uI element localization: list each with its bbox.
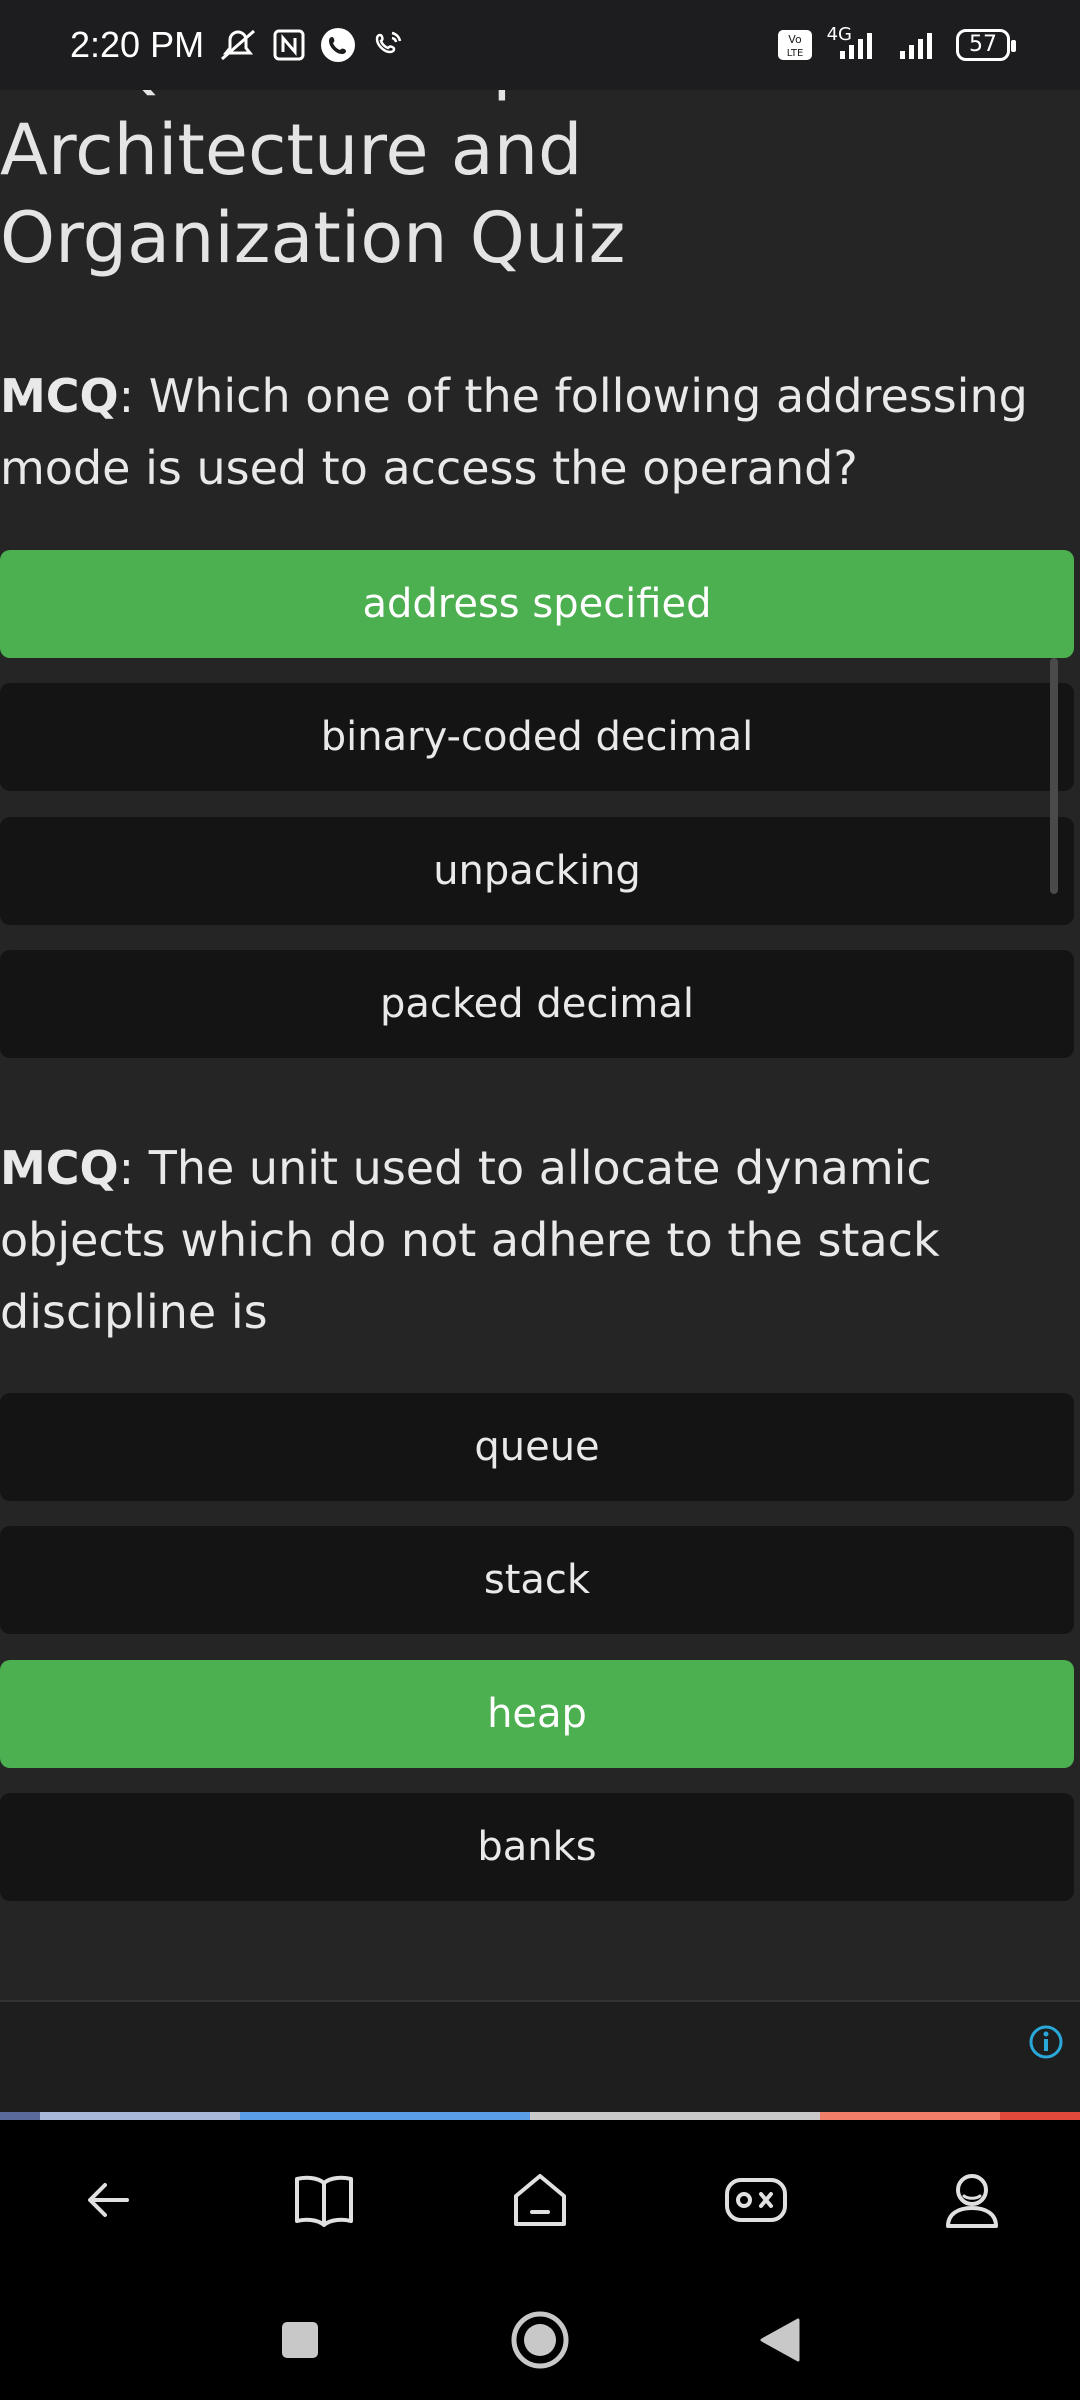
option-label: stack [483,1557,591,1603]
question-text: : The unit used to allocate dynamic obje… [0,1141,940,1339]
bottom-navigation [0,2120,1080,2280]
home-circle-icon[interactable] [500,2300,580,2380]
quiz-content[interactable]: MCQs on Computer Architecture and Organi… [0,60,1080,2000]
option-label: banks [477,1824,597,1870]
option-label: unpacking [433,848,641,894]
question-2: MCQ: The unit used to allocate dynamic o… [0,1132,1030,1348]
ad-banner[interactable] [0,2000,1080,2117]
option-label: packed decimal [379,981,695,1027]
option-q1-b[interactable]: binary-coded decimal [0,683,1074,791]
scrollbar-thumb[interactable] [1050,658,1058,894]
option-q2-d[interactable]: banks [0,1793,1074,1901]
option-q2-a[interactable]: queue [0,1393,1074,1501]
home-icon[interactable] [490,2150,590,2250]
question-1: MCQ: Which one of the following addressi… [0,360,1030,504]
call-icon [321,28,356,62]
signal-icon-2 [900,33,932,59]
option-q2-b[interactable]: stack [0,1526,1074,1634]
system-navigation [0,2280,1080,2400]
option-q2-c[interactable]: heap [0,1660,1074,1768]
battery-indicator: 57 [956,29,1016,61]
signal-icon [840,33,872,59]
recents-icon[interactable] [260,2300,340,2380]
status-icons-right: Vo LTE 4G 57 [777,24,1016,61]
status-time: 2:20 PM [70,24,205,65]
page-title: MCQs on Computer Architecture and Organi… [0,60,681,279]
option-label: binary-coded decimal [320,714,754,760]
profile-icon[interactable] [922,2150,1022,2250]
status-bar: 2:20 PM Vo LTE 4G 57 [0,0,1080,90]
question-text: : Which one of the following addressing … [0,369,1028,495]
back-triangle-icon[interactable] [740,2300,820,2380]
option-q1-d[interactable]: packed decimal [0,950,1074,1058]
status-icons-left [218,27,406,63]
info-icon[interactable] [1028,2024,1064,2060]
option-q1-a[interactable]: address specified [0,550,1074,658]
svg-text:Vo: Vo [788,33,802,46]
question-prefix: MCQ [0,369,119,423]
volte-icon: Vo LTE [777,30,812,60]
page-load-indicator [0,2112,1080,2120]
option-q1-c[interactable]: unpacking [0,817,1074,925]
book-icon[interactable] [274,2150,374,2250]
game-icon[interactable] [706,2150,806,2250]
back-icon[interactable] [58,2150,158,2250]
nfc-icon [273,29,305,61]
question-prefix: MCQ [0,1141,119,1195]
option-label: address specified [362,581,712,627]
option-label: queue [474,1424,600,1470]
muted-bell-icon [221,29,256,61]
option-label: heap [487,1691,587,1737]
svg-text:LTE: LTE [786,48,803,59]
wifi-call-icon [375,31,402,54]
